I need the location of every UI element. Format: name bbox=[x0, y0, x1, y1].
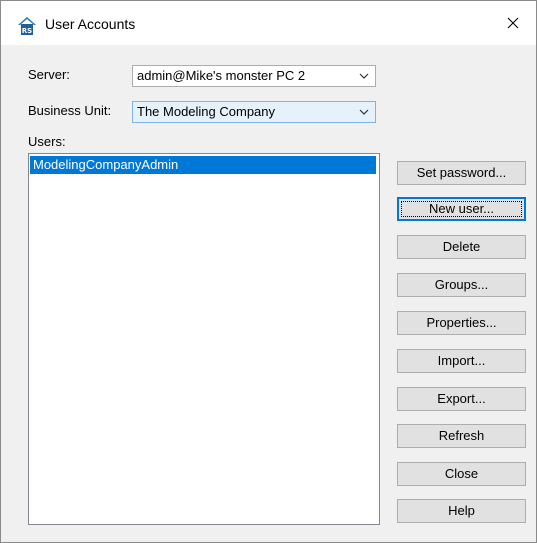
export-button[interactable]: Export... bbox=[397, 387, 526, 411]
new-user-button[interactable]: New user... bbox=[397, 197, 526, 221]
business-unit-label: Business Unit: bbox=[28, 103, 112, 118]
business-unit-value: The Modeling Company bbox=[137, 104, 276, 119]
window-title: User Accounts bbox=[45, 16, 136, 32]
user-accounts-dialog: RS User Accounts Server: admin@Mike's mo… bbox=[0, 0, 537, 543]
close-button[interactable]: Close bbox=[397, 462, 526, 486]
business-unit-dropdown[interactable]: The Modeling Company bbox=[132, 101, 376, 123]
server-label: Server: bbox=[28, 67, 70, 82]
title-bar: RS User Accounts bbox=[1, 1, 536, 45]
import-button[interactable]: Import... bbox=[397, 349, 526, 373]
properties-button[interactable]: Properties... bbox=[397, 311, 526, 335]
chevron-down-icon bbox=[359, 73, 369, 79]
server-value: admin@Mike's monster PC 2 bbox=[137, 68, 306, 83]
svg-text:RS: RS bbox=[22, 27, 32, 35]
chevron-down-icon bbox=[359, 109, 369, 115]
help-button[interactable]: Help bbox=[397, 499, 526, 523]
close-window-button[interactable] bbox=[490, 1, 536, 45]
list-item[interactable]: ModelingCompanyAdmin bbox=[30, 156, 376, 174]
focus-rect bbox=[401, 201, 522, 217]
refresh-button[interactable]: Refresh bbox=[397, 424, 526, 448]
users-list[interactable]: ModelingCompanyAdmin bbox=[28, 153, 380, 525]
set-password-button[interactable]: Set password... bbox=[397, 161, 526, 185]
groups-button[interactable]: Groups... bbox=[397, 273, 526, 297]
users-label: Users: bbox=[28, 134, 66, 149]
rs-app-icon: RS bbox=[18, 17, 36, 35]
server-dropdown[interactable]: admin@Mike's monster PC 2 bbox=[132, 65, 376, 87]
delete-button[interactable]: Delete bbox=[397, 235, 526, 259]
close-icon bbox=[507, 17, 519, 29]
